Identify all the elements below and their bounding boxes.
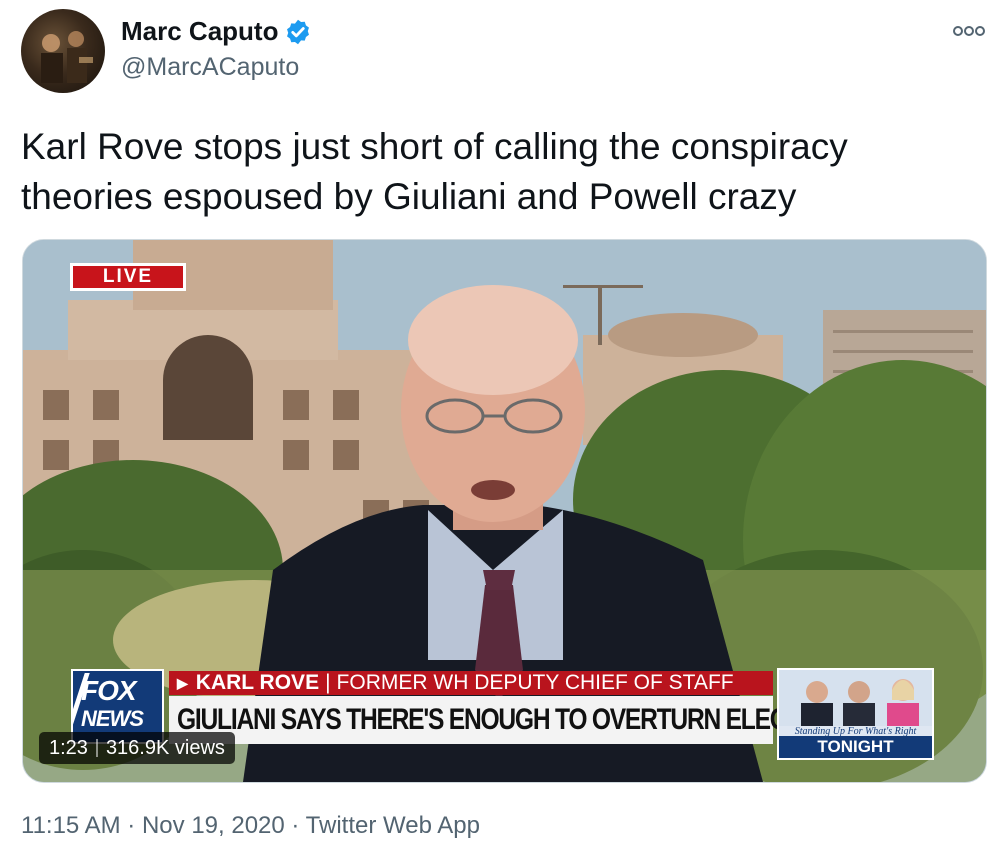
- live-badge: LIVE: [70, 263, 186, 291]
- promo-tonight: TONIGHT: [779, 736, 932, 758]
- meta-separator: ·: [127, 812, 136, 839]
- logo-line-2: NEWS: [81, 706, 144, 731]
- author-handle[interactable]: @MarcACaputo: [121, 53, 299, 82]
- tonight-promo: Standing Up For What's Right TONIGHT: [777, 668, 934, 760]
- tweet-source[interactable]: Twitter Web App: [306, 812, 480, 839]
- author-name[interactable]: Marc Caputo: [121, 16, 278, 47]
- verified-badge-icon: [287, 19, 310, 44]
- chyron-name-bar: ▶ KARL ROVE | FORMER WH DEPUTY CHIEF OF …: [169, 671, 773, 695]
- tweet-meta: 11:15 AM · Nov 19, 2020 · Twitter Web Ap…: [21, 812, 480, 840]
- logo-line-1: FOX: [81, 675, 137, 706]
- author-name-row[interactable]: Marc Caputo: [121, 16, 312, 47]
- meta-separator: ·: [291, 812, 300, 839]
- hosts-thumbnail: [779, 670, 932, 726]
- author-avatar[interactable]: [21, 9, 105, 93]
- chyron-headline: GIULIANI SAYS THERE'S ENOUGH TO OVERTURN…: [169, 696, 841, 744]
- chyron-separator: |: [325, 671, 331, 694]
- more-options-icon[interactable]: [952, 20, 986, 42]
- avatar-photo: [41, 31, 93, 83]
- play-triangle-icon: ▶: [177, 674, 188, 691]
- video-duration: 1:23: [49, 736, 88, 759]
- tweet-text: Karl Rove stops just short of calling th…: [21, 126, 848, 217]
- tweet-time[interactable]: 11:15 AM: [21, 812, 121, 839]
- video-player[interactable]: LIVE FOX NEWS ▶ KARL ROVE | FORMER WH DE…: [22, 239, 987, 783]
- chyron-headline-text: GIULIANI SAYS THERE'S ENOUGH TO OVERTURN…: [177, 703, 841, 736]
- chyron-title: FORMER WH DEPUTY CHIEF OF STAFF: [336, 671, 734, 694]
- video-views: 316.9K views: [105, 736, 225, 759]
- meta-divider: [95, 739, 98, 757]
- chyron-name: KARL ROVE: [195, 671, 320, 694]
- tweet-date[interactable]: Nov 19, 2020: [142, 812, 285, 839]
- video-meta-overlay: 1:23 316.9K views: [39, 732, 235, 764]
